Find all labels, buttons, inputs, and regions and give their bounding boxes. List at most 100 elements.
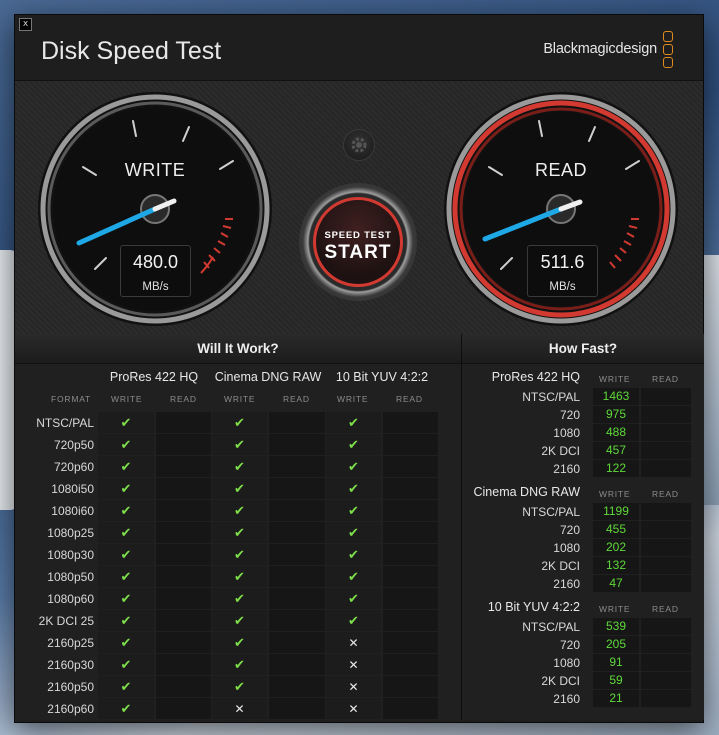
write-speed-value: 457 xyxy=(593,442,639,459)
format-label: 720p50 xyxy=(53,438,94,452)
write-column-header: WRITE xyxy=(337,394,369,404)
read-result-cell xyxy=(156,412,211,433)
checkmark-icon: ✔ xyxy=(120,504,132,519)
read-result-cell xyxy=(269,434,325,455)
write-result-cell: ✔ xyxy=(98,698,154,719)
gauge-area: WRITE 480.0 MB/s SPEED TEST START READ 5… xyxy=(15,80,703,334)
write-result-cell: ✔ xyxy=(212,676,267,697)
write-result-cell: ✔ xyxy=(326,478,381,499)
group-header-cinema-dng: Cinema DNG RAW xyxy=(214,370,322,384)
checkmark-icon: ✔ xyxy=(120,548,132,563)
read-result-cell xyxy=(383,654,438,675)
window-title: Disk Speed Test xyxy=(41,37,222,65)
settings-button[interactable] xyxy=(343,129,375,161)
how-fast-section-title: Cinema DNG RAW xyxy=(473,485,581,499)
write-result-cell: ✔ xyxy=(98,456,154,477)
how-fast-row: NTSC/PAL 1199 xyxy=(462,503,704,521)
start-button[interactable]: SPEED TEST START xyxy=(299,183,417,301)
write-result-cell: ✔ xyxy=(326,412,381,433)
read-result-cell xyxy=(269,412,325,433)
checkmark-icon: ✔ xyxy=(348,526,359,541)
write-speed-value: 975 xyxy=(593,406,639,423)
read-result-cell xyxy=(383,544,438,565)
read-speed-cell xyxy=(641,690,691,707)
read-label: READ xyxy=(534,160,587,180)
how-fast-row: 720 975 xyxy=(462,406,704,424)
read-result-cell xyxy=(269,632,325,653)
read-result-cell xyxy=(269,566,325,587)
table-row: 1080p25 ✔ ✔ ✔ xyxy=(15,522,461,544)
checkmark-icon: ✔ xyxy=(120,438,132,453)
will-it-work-panel: Will It Work? ProRes 422 HQ Cinema DNG R… xyxy=(15,334,461,720)
write-speed-value: 1463 xyxy=(593,388,639,405)
table-row: 2160p25 ✔ ✔ ✕ xyxy=(15,632,461,654)
format-label: NTSC/PAL xyxy=(36,416,94,430)
write-result-cell: ✔ xyxy=(326,522,381,543)
table-row: 2160p30 ✔ ✔ ✕ xyxy=(15,654,461,676)
write-speed-value: 205 xyxy=(593,636,639,653)
write-result-cell: ✔ xyxy=(98,654,154,675)
write-result-cell: ✔ xyxy=(212,588,267,609)
read-result-cell xyxy=(156,434,211,455)
checkmark-icon: ✔ xyxy=(120,680,132,695)
format-label: 2K DCI xyxy=(541,674,580,688)
format-label: 1080p25 xyxy=(47,526,94,540)
write-result-cell: ✔ xyxy=(212,654,267,675)
read-result-cell xyxy=(156,676,211,697)
read-value: 511.6 xyxy=(540,252,585,272)
read-result-cell xyxy=(269,610,325,631)
checkmark-icon: ✔ xyxy=(234,636,245,651)
cross-icon: ✕ xyxy=(234,702,245,716)
table-row: 1080i50 ✔ ✔ ✔ xyxy=(15,478,461,500)
write-result-cell: ✔ xyxy=(98,632,154,653)
checkmark-icon: ✔ xyxy=(348,614,359,629)
read-result-cell xyxy=(269,456,325,477)
checkmark-icon: ✔ xyxy=(234,658,245,673)
format-label: 1080i60 xyxy=(51,504,94,518)
read-result-cell xyxy=(156,566,211,587)
read-result-cell xyxy=(269,588,325,609)
close-button[interactable]: x xyxy=(19,18,32,31)
read-result-cell xyxy=(269,522,325,543)
table-row: 2160p60 ✔ ✕ ✕ xyxy=(15,698,461,720)
format-label: 1080p50 xyxy=(47,570,94,584)
read-column-header: READ xyxy=(652,604,679,614)
how-fast-row: 720 455 xyxy=(462,521,704,539)
read-speed-cell xyxy=(641,654,691,671)
write-label: WRITE xyxy=(124,160,186,180)
read-result-cell xyxy=(156,698,211,719)
read-result-cell xyxy=(156,588,211,609)
checkmark-icon: ✔ xyxy=(234,614,245,629)
how-fast-row: 2K DCI 132 xyxy=(462,557,704,575)
how-fast-row: 2K DCI 59 xyxy=(462,672,704,690)
read-speed-cell xyxy=(641,557,691,574)
read-result-cell xyxy=(383,412,438,433)
read-speed-cell xyxy=(641,503,691,520)
format-label: 1080p30 xyxy=(47,548,94,562)
read-result-cell xyxy=(269,478,325,499)
start-button-face[interactable]: SPEED TEST START xyxy=(313,197,403,287)
checkmark-icon: ✔ xyxy=(234,438,245,453)
read-speed-cell xyxy=(641,406,691,423)
read-result-cell xyxy=(383,588,438,609)
read-result-cell xyxy=(156,478,211,499)
format-label: NTSC/PAL xyxy=(522,505,580,519)
read-result-cell xyxy=(383,610,438,631)
read-result-cell xyxy=(383,676,438,697)
write-result-cell: ✔ xyxy=(326,566,381,587)
table-row: NTSC/PAL ✔ ✔ ✔ xyxy=(15,412,461,434)
checkmark-icon: ✔ xyxy=(120,526,132,541)
read-result-cell xyxy=(383,478,438,499)
format-label: 1080 xyxy=(553,426,580,440)
format-label: NTSC/PAL xyxy=(522,620,580,634)
brand-logo: Blackmagicdesign xyxy=(543,41,657,57)
write-result-cell: ✔ xyxy=(212,632,267,653)
write-speed-value: 1199 xyxy=(593,503,639,520)
read-speed-cell xyxy=(641,424,691,441)
checkmark-icon: ✔ xyxy=(234,592,245,607)
format-label: 1080p60 xyxy=(47,592,94,606)
read-result-cell xyxy=(156,522,211,543)
read-result-cell xyxy=(383,456,438,477)
checkmark-icon: ✔ xyxy=(234,482,245,497)
write-result-cell: ✔ xyxy=(212,434,267,455)
